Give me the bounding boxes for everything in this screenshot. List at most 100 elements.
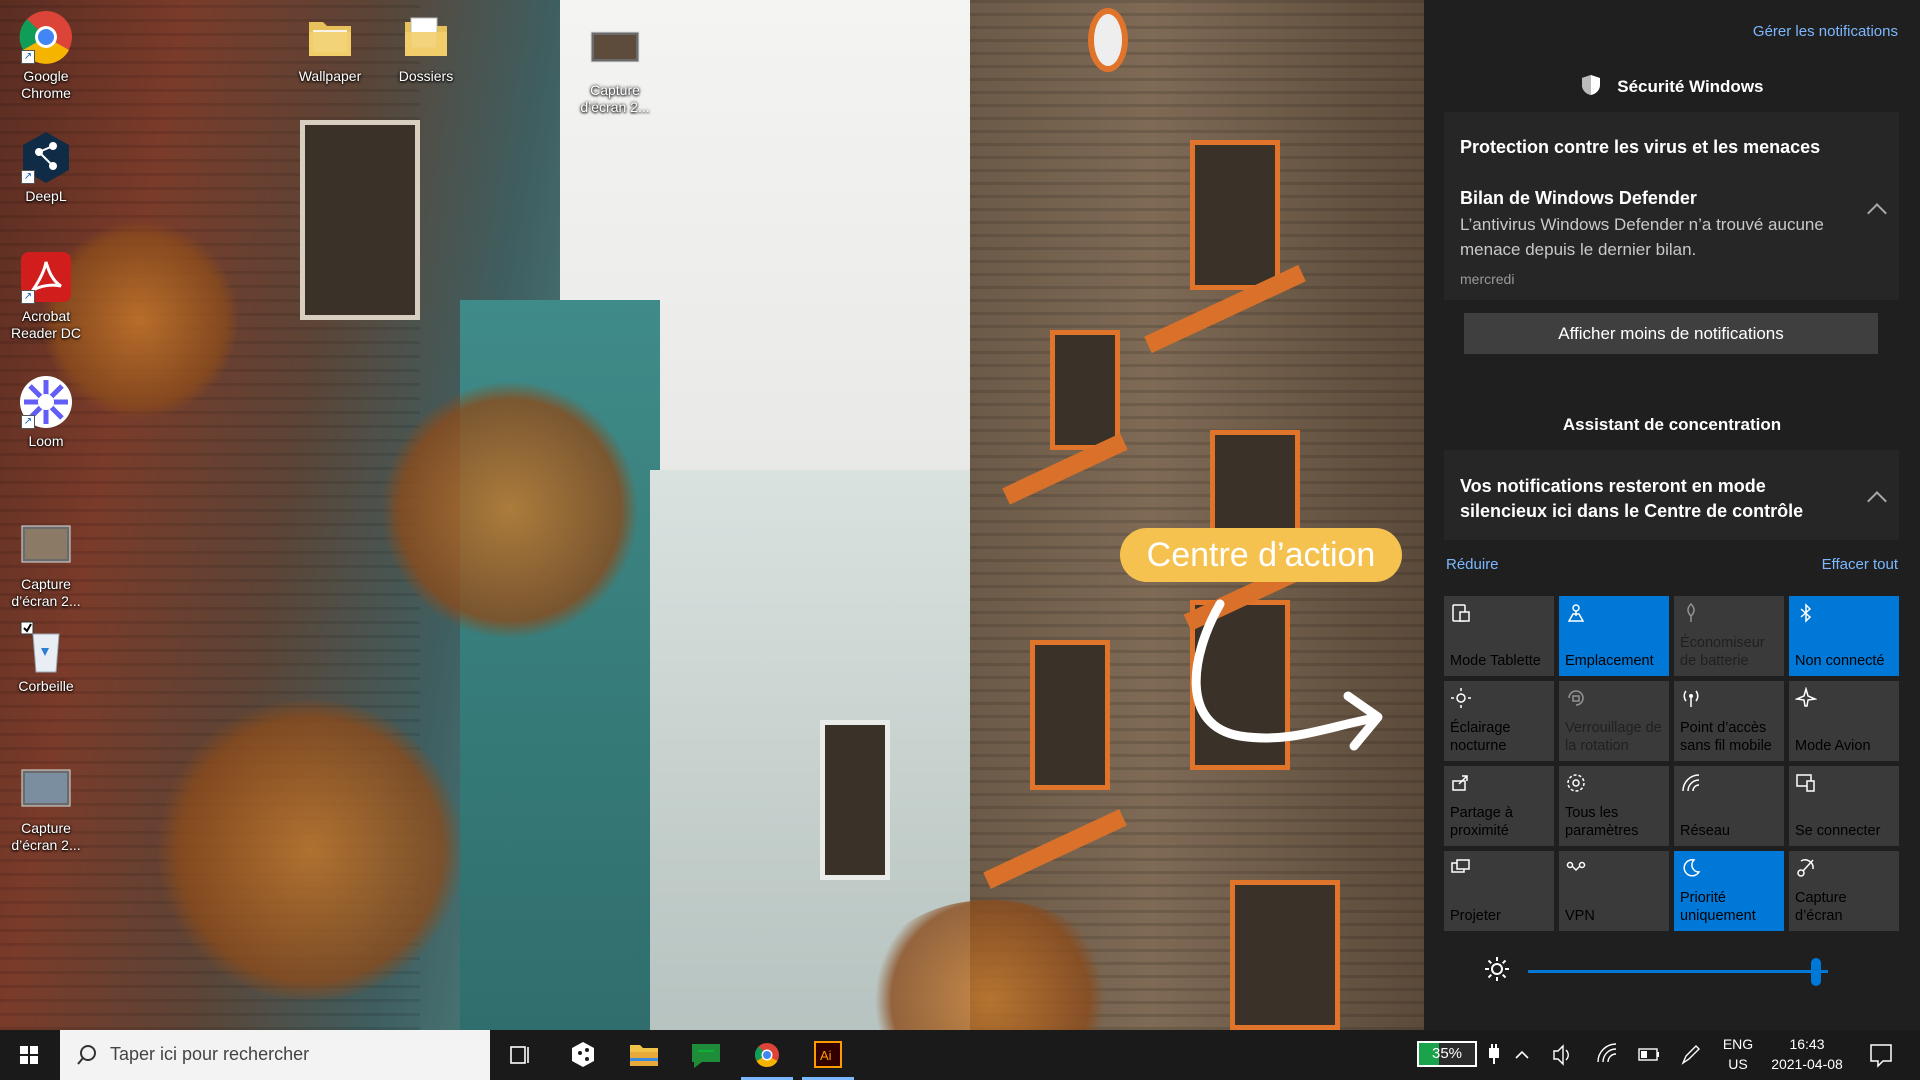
collapse-tiles-link[interactable]: Réduire <box>1446 556 1499 573</box>
show-hidden-icons-chevron-icon[interactable] <box>1510 1030 1534 1080</box>
desktop-icon-screenshot-1[interactable]: Capture d’écran 2... <box>4 518 88 610</box>
taskbar: Taper ici pour rechercher Ai ENG US 16:4 <box>0 1030 1920 1080</box>
desktop-icon-chrome[interactable]: ↗ Google Chrome <box>4 10 88 102</box>
desktop-icon-dossiers-folder[interactable]: Dossiers <box>384 10 468 85</box>
shield-icon <box>1581 74 1601 101</box>
quick-action-tile[interactable]: Point d’accès sans fil mobile <box>1674 681 1784 761</box>
chrome-icon <box>754 1043 779 1068</box>
action-center-notification-icon[interactable] <box>1860 1030 1900 1080</box>
notification-body: L’antivirus Windows Defender n’a trouvé … <box>1460 215 1824 259</box>
quick-action-tile[interactable]: Tous les paramètres <box>1559 766 1669 846</box>
quick-action-label: Éclairage nocturne <box>1450 720 1511 754</box>
taskbar-app-chrome[interactable] <box>737 1030 797 1080</box>
quick-action-tile[interactable]: Réseau <box>1674 766 1784 846</box>
desktop-icon-wallpaper-folder[interactable]: Wallpaper <box>288 10 372 85</box>
quick-action-label: Mode Avion <box>1795 738 1871 754</box>
desktop-icon-screenshot-2[interactable]: Capture d’écran 2... <box>4 762 88 854</box>
desktop-icon-deepl[interactable]: ↗ DeepL <box>4 130 88 205</box>
task-view-icon <box>510 1046 529 1064</box>
brightness-track[interactable] <box>1528 970 1828 973</box>
vpn-icon <box>1565 857 1587 879</box>
quick-action-tile[interactable]: Économiseur de batterie <box>1674 596 1784 676</box>
battery-saver-icon <box>1680 602 1702 624</box>
quick-action-label: Point d’accès sans fil mobile <box>1680 720 1772 754</box>
desktop-icon-recycle-bin[interactable]: Corbeille <box>4 620 88 695</box>
quick-action-label: Se connecter <box>1795 823 1881 839</box>
quick-action-tile[interactable]: Mode Avion <box>1789 681 1899 761</box>
wifi-icon[interactable] <box>1594 1030 1620 1080</box>
desktop-icon-label: Wallpaper <box>298 68 362 84</box>
taskbar-app-file-explorer[interactable] <box>614 1030 674 1080</box>
quick-action-tile[interactable]: VPN <box>1559 851 1669 931</box>
file-explorer-icon <box>630 1045 658 1066</box>
task-view-button[interactable] <box>490 1030 550 1080</box>
quick-action-label: Projeter <box>1450 908 1501 924</box>
battery-percentage-text: 35% <box>1431 1045 1463 1062</box>
quick-action-label: Partage à proximité <box>1450 805 1513 839</box>
desktop-icon-label: Capture d’écran 2... <box>580 82 650 115</box>
notification-group-header[interactable]: Sécurité Windows <box>1424 74 1920 101</box>
power-plug-icon[interactable] <box>1484 1030 1504 1080</box>
show-fewer-notifications-button[interactable]: Afficher moins de notifications <box>1464 313 1878 354</box>
taskbar-app-deepl[interactable] <box>553 1030 613 1080</box>
annotation-label: Centre d’action <box>1120 528 1402 582</box>
windows-logo-icon <box>20 1046 38 1064</box>
quick-action-label: VPN <box>1565 908 1595 924</box>
taskbar-search-box[interactable]: Taper ici pour rechercher <box>60 1030 490 1080</box>
deepl-icon <box>572 1042 594 1067</box>
quick-action-tile[interactable]: Non connecté <box>1789 596 1899 676</box>
brightness-slider[interactable] <box>1464 950 1878 990</box>
quick-action-tile[interactable]: Se connecter <box>1789 766 1899 846</box>
desktop-icon-acrobat[interactable]: ↗ Acrobat Reader DC <box>4 250 88 342</box>
focus-assist-header[interactable]: Assistant de concentration <box>1424 415 1920 435</box>
quick-action-tile[interactable]: Projeter <box>1444 851 1554 931</box>
desktop-icon-screenshot-3[interactable]: Capture d’écran 2... <box>573 24 657 116</box>
deepl-icon: ↗ <box>19 130 73 184</box>
quick-action-tile[interactable]: Mode Tablette <box>1444 596 1554 676</box>
clear-all-link[interactable]: Effacer tout <box>1822 556 1898 573</box>
quick-action-tile[interactable]: Verrouillage de la rotation <box>1559 681 1669 761</box>
battery-percentage-widget[interactable]: 35% <box>1417 1041 1477 1067</box>
rotation-lock-icon <box>1565 687 1587 709</box>
recycle-bin-icon <box>19 620 73 674</box>
quick-action-label: Emplacement <box>1565 653 1654 669</box>
quick-action-tile[interactable]: Emplacement <box>1559 596 1669 676</box>
search-icon <box>77 1045 96 1065</box>
quick-action-label: Mode Tablette <box>1450 653 1541 669</box>
connect-icon <box>1795 772 1817 794</box>
taskbar-app-illustrator[interactable]: Ai <box>798 1030 858 1080</box>
project-icon <box>1450 857 1472 879</box>
quick-action-label: Économiseur de batterie <box>1680 635 1765 669</box>
region-code: US <box>1728 1056 1748 1072</box>
pen-workspace-icon[interactable] <box>1678 1030 1704 1080</box>
desktop-icon-label: Dossiers <box>398 68 454 84</box>
clock[interactable]: 16:43 2021-04-08 <box>1762 1034 1852 1080</box>
snip-icon <box>1795 857 1817 879</box>
quick-action-label: Tous les paramètres <box>1565 805 1639 839</box>
illustrator-icon: Ai <box>814 1041 842 1068</box>
brightness-thumb[interactable] <box>1811 958 1821 986</box>
quick-action-tile[interactable]: Éclairage nocturne <box>1444 681 1554 761</box>
search-placeholder: Taper ici pour rechercher <box>110 1044 310 1064</box>
quick-action-tile[interactable]: Partage à proximité <box>1444 766 1554 846</box>
notification-title: Bilan de Windows Defender <box>1460 188 1697 208</box>
tablet-mode-icon <box>1450 602 1472 624</box>
focus-assist-message: Vos notifications resteront en mode sile… <box>1460 476 1804 521</box>
language-indicator[interactable]: ENG US <box>1720 1034 1756 1080</box>
manage-notifications-link[interactable]: Gérer les notifications <box>1753 23 1898 40</box>
quick-action-tile[interactable]: Capture d’écran <box>1789 851 1899 931</box>
screenshot-file-icon <box>588 24 642 78</box>
volume-icon[interactable] <box>1550 1030 1576 1080</box>
chrome-icon: ↗ <box>19 10 73 64</box>
start-button[interactable] <box>0 1030 58 1080</box>
quick-action-tile[interactable]: Priorité uniquement <box>1674 851 1784 931</box>
svg-text:Ai: Ai <box>820 1048 832 1063</box>
screenshot-file-icon <box>19 762 73 816</box>
desktop-icon-loom[interactable]: ↗ Loom <box>4 375 88 450</box>
clock-date: 2021-04-08 <box>1771 1056 1843 1072</box>
desktop-icon-label: Loom <box>28 433 64 449</box>
quick-action-label: Verrouillage de la rotation <box>1565 720 1662 754</box>
nearby-share-icon <box>1450 772 1472 794</box>
battery-tray-icon[interactable] <box>1636 1030 1662 1080</box>
taskbar-app-chat[interactable] <box>676 1030 736 1080</box>
